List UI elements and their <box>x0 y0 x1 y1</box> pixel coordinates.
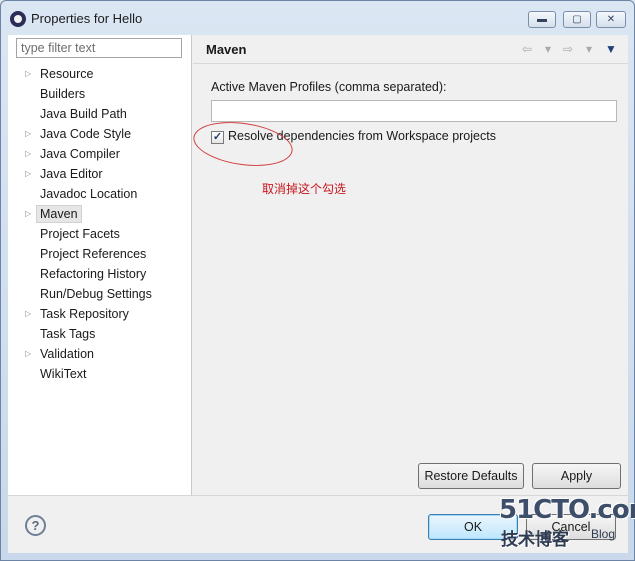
watermark-subtitle: 技术博客 <box>501 530 569 549</box>
tree-item[interactable]: ▷ Task Repository <box>8 304 192 324</box>
help-icon[interactable]: ? <box>25 515 46 536</box>
tree-item-label: Validation <box>40 347 94 361</box>
tree-item-label: WikiText <box>40 367 87 381</box>
expand-arrow-icon[interactable]: ▷ <box>25 64 35 84</box>
annotation-text: 取消掉这个勾选 <box>262 182 347 196</box>
maximize-button[interactable]: ▢ <box>563 11 591 28</box>
tree-item-label: Refactoring History <box>40 267 147 281</box>
tree-item-label: Project Facets <box>40 227 120 241</box>
page-header: Maven ⇦ ▾ ⇨ ▾ ▼ <box>193 35 628 64</box>
window-title: Properties for Hello <box>31 11 143 26</box>
expand-arrow-icon[interactable]: ▷ <box>25 344 35 364</box>
tree-item[interactable]: Javadoc Location <box>8 184 192 204</box>
tree-item-label: Task Repository <box>40 307 129 321</box>
tree-item-label: Run/Debug Settings <box>40 287 152 301</box>
maven-property-page: Maven ⇦ ▾ ⇨ ▾ ▼ Active Maven Profiles (c… <box>190 35 628 495</box>
tree-item-label: Maven <box>36 205 82 223</box>
red-highlight-ellipse <box>190 116 296 172</box>
preferences-tree-pane: ▷ Resource Builders Java Build Path ▷ Java Co… <box>8 35 192 495</box>
tree-item-label: Java Code Style <box>40 127 132 141</box>
tree-item-label: Javadoc Location <box>40 187 138 201</box>
forward-arrow-icon[interactable]: ⇨ <box>563 42 573 56</box>
profiles-input[interactable] <box>211 100 617 122</box>
tree-item-label: Project References <box>40 247 147 261</box>
close-button[interactable]: ✕ <box>596 11 626 28</box>
tree-item[interactable]: Run/Debug Settings <box>8 284 192 304</box>
restore-defaults-button[interactable]: Restore Defaults <box>418 463 524 489</box>
view-menu-icon[interactable]: ▼ <box>605 42 617 56</box>
tree-item-label: Builders <box>40 87 86 101</box>
profiles-label: Active Maven Profiles (comma separated): <box>211 80 447 94</box>
tree-item-label: Java Compiler <box>40 147 120 161</box>
expand-arrow-icon[interactable]: ▷ <box>25 144 35 164</box>
tree-item-label: Java Editor <box>40 167 103 181</box>
minimize-button[interactable]: ▬ <box>528 11 556 28</box>
expand-arrow-icon[interactable]: ▷ <box>25 204 35 224</box>
tree-item[interactable]: Task Tags <box>8 324 192 344</box>
apply-button[interactable]: Apply <box>532 463 621 489</box>
forward-menu-chevron-icon[interactable]: ▾ <box>586 42 592 56</box>
expand-arrow-icon[interactable]: ▷ <box>25 164 35 184</box>
tree-item[interactable]: ▷ Maven <box>8 204 192 224</box>
eclipse-app-icon <box>10 11 26 27</box>
watermark-logo-text: 51CTO.com <box>499 495 635 525</box>
tree-item[interactable]: Project References <box>8 244 192 264</box>
tree-item[interactable]: ▷ Resource <box>8 64 192 84</box>
tree-item[interactable]: Builders <box>8 84 192 104</box>
properties-window: Properties for Hello ▬ ▢ ✕ ▷ Resource Buil… <box>0 0 635 561</box>
property-page-tree: ▷ Resource Builders Java Build Path ▷ Java Co… <box>8 64 192 384</box>
tree-item[interactable]: ▷ Validation <box>8 344 192 364</box>
tree-item[interactable]: WikiText <box>8 364 192 384</box>
tree-item[interactable]: ▷ Java Compiler <box>8 144 192 164</box>
watermark: 51CTO.com 技术博客 Blog <box>499 495 635 555</box>
dialog-client-area: ▷ Resource Builders Java Build Path ▷ Java Co… <box>8 35 628 553</box>
tree-item[interactable]: Project Facets <box>8 224 192 244</box>
watermark-blog: Blog <box>591 527 616 541</box>
filter-input[interactable] <box>16 38 182 58</box>
tree-item-label: Task Tags <box>40 327 96 341</box>
back-menu-chevron-icon[interactable]: ▾ <box>545 42 551 56</box>
tree-item-label: Java Build Path <box>40 107 127 121</box>
expand-arrow-icon[interactable]: ▷ <box>25 124 35 144</box>
tree-item[interactable]: ▷ Java Editor <box>8 164 192 184</box>
expand-arrow-icon[interactable]: ▷ <box>25 304 35 324</box>
back-arrow-icon[interactable]: ⇦ <box>522 42 532 56</box>
title-bar[interactable]: Properties for Hello ▬ ▢ ✕ <box>1 1 634 35</box>
tree-item[interactable]: ▷ Java Code Style <box>8 124 192 144</box>
tree-item[interactable]: Java Build Path <box>8 104 192 124</box>
page-title: Maven <box>206 42 247 57</box>
tree-item-label: Resource <box>40 67 94 81</box>
tree-item[interactable]: Refactoring History <box>8 264 192 284</box>
